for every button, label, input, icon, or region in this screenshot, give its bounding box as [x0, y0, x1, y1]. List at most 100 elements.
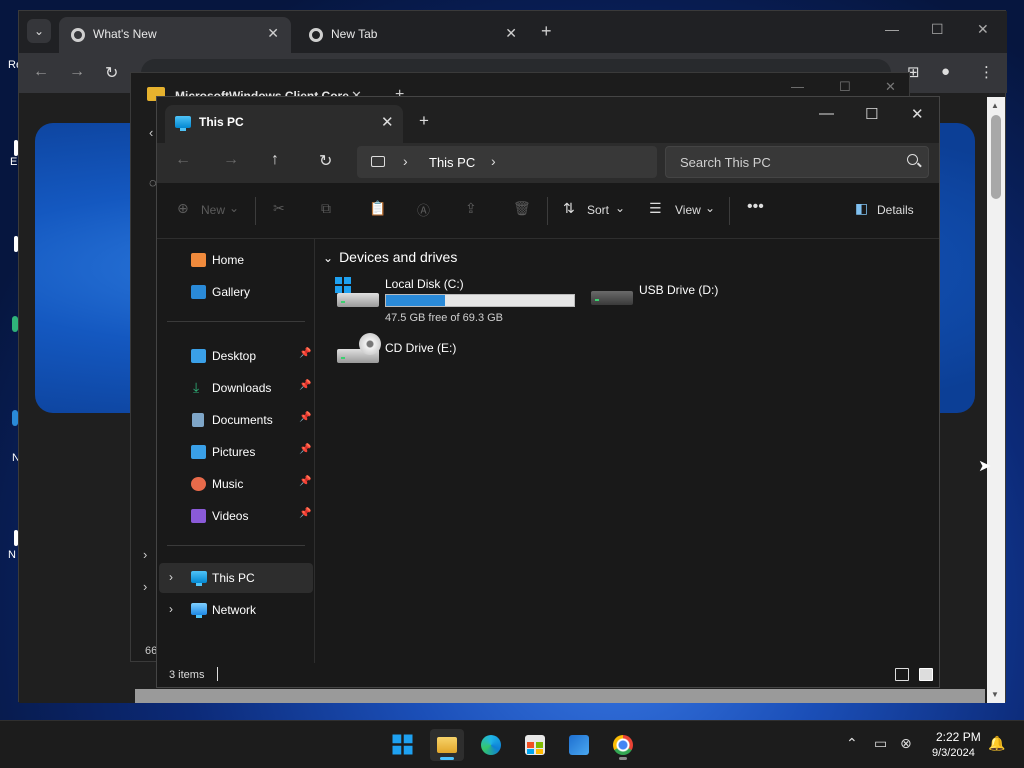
scrollbar-thumb[interactable] — [991, 115, 1001, 199]
plus-icon[interactable]: + — [541, 21, 552, 42]
arrow-left-icon[interactable]: ← — [33, 63, 49, 81]
details-view-icon[interactable] — [895, 668, 909, 681]
close-icon[interactable]: ✕ — [885, 79, 896, 95]
search-icon[interactable] — [907, 154, 918, 165]
chevron-right-icon[interactable]: › — [491, 153, 496, 169]
taskbar-microsoft-store[interactable] — [518, 729, 552, 761]
clock-date[interactable]: 9/3/2024 — [932, 747, 975, 759]
close-icon[interactable]: ✕ — [267, 25, 279, 42]
plus-icon[interactable]: + — [419, 111, 429, 131]
tab-search-button[interactable]: ⌄ — [27, 19, 51, 43]
sidebar-item-desktop[interactable]: Desktop 📌 — [159, 341, 313, 371]
share-icon[interactable]: ⇪ — [465, 200, 477, 217]
maximize-icon[interactable]: ☐ — [931, 21, 944, 38]
delete-icon[interactable]: 🗑 — [513, 200, 531, 217]
breadcrumb-this-pc[interactable]: This PC — [429, 155, 475, 170]
pin-icon[interactable]: 📌 — [299, 476, 311, 487]
divider — [255, 197, 256, 225]
taskbar-chrome[interactable] — [606, 729, 640, 761]
drive-usb-d[interactable]: USB Drive (D:) — [589, 283, 769, 317]
network-status-icon[interactable]: ▭ — [874, 735, 887, 752]
chrome-tab-whats-new[interactable]: What's New ✕ — [59, 17, 291, 53]
pin-icon[interactable]: 📌 — [299, 412, 311, 423]
sidebar-item-home[interactable]: Home — [159, 245, 313, 275]
sidebar-item-videos[interactable]: Videos 📌 — [159, 501, 313, 531]
chevron-right-icon[interactable]: › — [169, 570, 173, 584]
sidebar-item-music[interactable]: Music 📌 — [159, 469, 313, 499]
chevron-down-icon: ⌄ — [323, 251, 334, 265]
sort-button[interactable]: Sort — [587, 203, 609, 217]
pin-icon[interactable]: 📌 — [299, 508, 311, 519]
minimize-icon[interactable]: — — [791, 79, 804, 94]
rename-icon[interactable]: Ⓐ — [417, 200, 430, 219]
sidebar-item-gallery[interactable]: Gallery — [159, 277, 313, 307]
chevron-right-icon[interactable]: › — [143, 579, 147, 594]
chevron-right-icon[interactable]: › — [169, 602, 173, 616]
pin-icon[interactable]: 📌 — [299, 380, 311, 391]
arrow-left-icon[interactable]: ‹ — [149, 125, 153, 140]
group-header-label: Devices and drives — [339, 249, 458, 265]
sidebar-item-downloads[interactable]: ⤓ Downloads 📌 — [159, 373, 313, 403]
search-input[interactable] — [666, 147, 896, 177]
refresh-icon[interactable]: ↻ — [319, 151, 332, 171]
kebab-menu-icon[interactable]: ⋮ — [979, 63, 994, 81]
arrow-left-icon[interactable]: ← — [175, 151, 191, 169]
scroll-up-icon[interactable]: ▲ — [991, 101, 999, 110]
drive-cd-e[interactable]: CD Drive (E:) — [335, 333, 515, 373]
chrome-scrollbar[interactable]: ▲ ▼ — [987, 97, 1005, 703]
sidebar-item-pictures[interactable]: Pictures 📌 — [159, 437, 313, 467]
paste-icon[interactable]: 📋 — [369, 200, 386, 217]
close-icon[interactable]: ✕ — [505, 25, 517, 42]
arrow-right-icon[interactable]: → — [223, 151, 239, 169]
address-bar[interactable]: › This PC › — [357, 146, 657, 178]
chevron-right-icon[interactable]: › — [403, 153, 408, 169]
pin-icon[interactable]: 📌 — [299, 348, 311, 359]
drive-free-space: 47.5 GB free of 69.3 GB — [385, 312, 504, 324]
group-header[interactable]: ⌄ Devices and drives — [323, 249, 457, 265]
maximize-icon[interactable]: ☐ — [865, 105, 878, 123]
copy-icon[interactable]: ⧉ — [321, 200, 331, 217]
start-button[interactable] — [386, 729, 420, 761]
taskbar-file-explorer[interactable] — [430, 729, 464, 761]
chrome-tab-strip: ⌄ What's New ✕ New Tab ✕ + — ☐ ✕ — [19, 11, 1007, 53]
close-icon[interactable]: ✕ — [911, 105, 924, 123]
details-button[interactable]: Details — [877, 203, 914, 217]
chevron-up-icon[interactable]: ⌃ — [846, 735, 858, 752]
sidebar-item-this-pc[interactable]: › This PC — [159, 563, 313, 593]
minimize-icon[interactable]: — — [819, 105, 834, 122]
sidebar-item-label: Downloads — [212, 381, 272, 395]
new-button[interactable]: New — [201, 203, 225, 217]
arrow-up-icon[interactable]: ↑ — [271, 151, 279, 169]
volume-muted-icon[interactable]: ⊗ — [900, 735, 912, 752]
microsoft-store-icon — [525, 735, 545, 755]
search-box[interactable] — [665, 146, 929, 178]
notification-bell-icon[interactable]: 🔔 — [988, 735, 1005, 752]
person-icon[interactable]: ● — [941, 63, 950, 80]
large-icons-view-icon[interactable] — [919, 668, 933, 681]
clock-time[interactable]: 2:22 PM — [936, 730, 981, 744]
sidebar-item-documents[interactable]: Documents 📌 — [159, 405, 313, 435]
sidebar-item-network[interactable]: › Network — [159, 595, 313, 625]
cut-icon[interactable]: ✂ — [273, 200, 285, 217]
desktop-icon-label[interactable]: N — [8, 549, 16, 561]
maximize-icon[interactable]: ☐ — [839, 79, 851, 95]
pin-icon[interactable]: 📌 — [299, 444, 311, 455]
chevron-right-icon[interactable]: › — [143, 547, 147, 562]
chrome-tab-new-tab[interactable]: New Tab ✕ — [297, 17, 529, 53]
view-button[interactable]: View — [675, 203, 701, 217]
arrow-right-icon[interactable]: → — [69, 63, 85, 81]
music-icon — [191, 477, 206, 491]
drive-local-disk-c[interactable]: Local Disk (C:) 47.5 GB free of 69.3 GB — [335, 277, 585, 327]
taskbar-edge[interactable] — [474, 729, 508, 761]
minimize-icon[interactable]: — — [885, 21, 899, 37]
close-icon[interactable]: ✕ — [381, 113, 394, 131]
tab-this-pc[interactable]: This PC ✕ — [165, 105, 403, 143]
taskbar-outlook[interactable] — [562, 729, 596, 761]
network-icon — [191, 603, 207, 618]
reload-icon[interactable]: ↻ — [105, 63, 118, 83]
desktop-icon-label[interactable]: E — [10, 156, 17, 168]
close-icon[interactable]: ✕ — [977, 21, 989, 38]
status-bar: 3 items — [157, 663, 939, 687]
scroll-down-icon[interactable]: ▼ — [991, 690, 999, 699]
more-options-icon[interactable]: ••• — [747, 198, 764, 216]
